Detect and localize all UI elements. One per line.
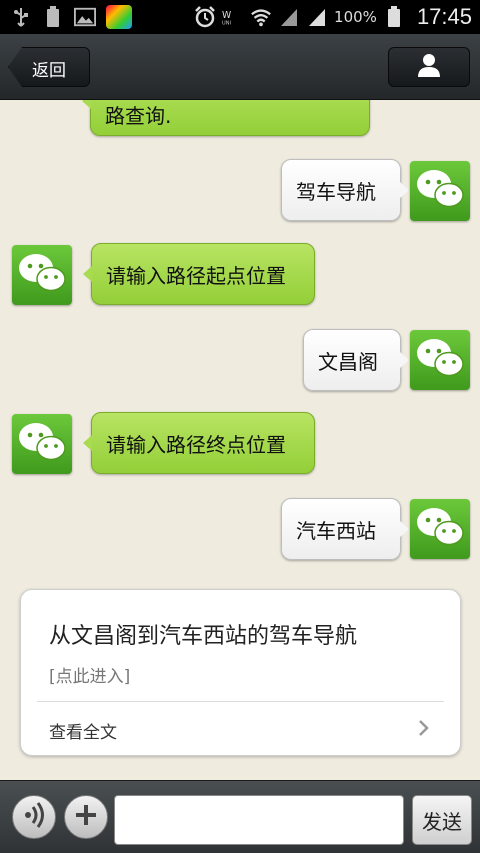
user-avatar[interactable] bbox=[410, 330, 470, 390]
person-icon bbox=[417, 52, 441, 82]
status-left bbox=[10, 5, 132, 29]
composer-bar: 发送 bbox=[0, 780, 480, 853]
nav-bar: 返回 bbox=[0, 34, 480, 100]
card-enter-link[interactable]: [点此进入] bbox=[49, 662, 130, 687]
send-button[interactable]: 发送 bbox=[412, 795, 472, 845]
plus-icon bbox=[73, 802, 99, 832]
alarm-icon bbox=[194, 6, 216, 28]
usb-icon bbox=[10, 7, 32, 27]
app-icon bbox=[106, 5, 132, 29]
add-attachment-button[interactable] bbox=[64, 795, 108, 839]
chat-area[interactable]: 路查询. 驾车导航 请输入路径起点位置 文昌阁 请输入路径终点位置 汽车西站 从… bbox=[0, 100, 480, 780]
back-button-label: 返回 bbox=[32, 61, 66, 81]
battery-icon bbox=[383, 6, 405, 27]
message-text: 汽车西站 bbox=[296, 518, 376, 543]
message-text: 驾车导航 bbox=[296, 179, 376, 204]
view-full-text-link[interactable]: 查看全文 bbox=[21, 702, 460, 756]
wechat-logo-icon bbox=[415, 167, 465, 215]
carrier-icon: W UNI bbox=[222, 7, 244, 27]
profile-button[interactable] bbox=[388, 47, 470, 87]
voice-input-button[interactable] bbox=[12, 795, 56, 839]
status-bar: W UNI 100% 17:45 bbox=[0, 0, 480, 34]
bot-message-bubble[interactable]: 路查询. bbox=[82, 100, 370, 136]
user-message-bubble[interactable]: 文昌阁 bbox=[303, 329, 409, 391]
card-title: 从文昌阁到汽车西站的驾车导航 bbox=[49, 624, 358, 649]
message-text: 请输入路径起点位置 bbox=[106, 263, 286, 288]
wechat-logo-icon bbox=[415, 505, 465, 553]
message-text: 路查询. bbox=[105, 103, 172, 128]
battery-percent: 100% bbox=[334, 8, 377, 26]
user-avatar[interactable] bbox=[410, 499, 470, 559]
message-text: 文昌阁 bbox=[318, 349, 378, 374]
battery-icon bbox=[42, 6, 64, 27]
user-message-bubble[interactable]: 驾车导航 bbox=[281, 159, 409, 221]
user-avatar[interactable] bbox=[410, 161, 470, 221]
wechat-logo-icon bbox=[17, 420, 67, 468]
back-button[interactable]: 返回 bbox=[8, 47, 90, 87]
view-full-text-label: 查看全文 bbox=[49, 723, 117, 743]
bot-avatar[interactable] bbox=[12, 414, 72, 474]
bot-message-bubble[interactable]: 请输入路径起点位置 bbox=[83, 243, 315, 305]
message-input[interactable] bbox=[114, 795, 404, 845]
voice-icon bbox=[20, 801, 48, 833]
signal-icon bbox=[278, 7, 300, 27]
clock: 17:45 bbox=[416, 4, 472, 29]
message-text: 请输入路径终点位置 bbox=[106, 432, 286, 457]
signal-icon bbox=[306, 7, 328, 27]
wifi-icon bbox=[250, 7, 272, 27]
wechat-logo-icon bbox=[415, 336, 465, 384]
bot-message-bubble[interactable]: 请输入路径终点位置 bbox=[83, 412, 315, 474]
svg-text:W: W bbox=[222, 10, 231, 21]
navigation-result-card[interactable]: 从文昌阁到汽车西站的驾车导航 [点此进入] 查看全文 bbox=[20, 589, 461, 756]
wechat-logo-icon bbox=[17, 251, 67, 299]
user-message-bubble[interactable]: 汽车西站 bbox=[281, 498, 409, 560]
svg-text:UNI: UNI bbox=[222, 21, 231, 27]
status-right: W UNI 100% 17:45 bbox=[194, 4, 472, 30]
bot-avatar[interactable] bbox=[12, 245, 72, 305]
gallery-icon bbox=[74, 7, 96, 27]
chevron-right-icon bbox=[418, 718, 430, 742]
